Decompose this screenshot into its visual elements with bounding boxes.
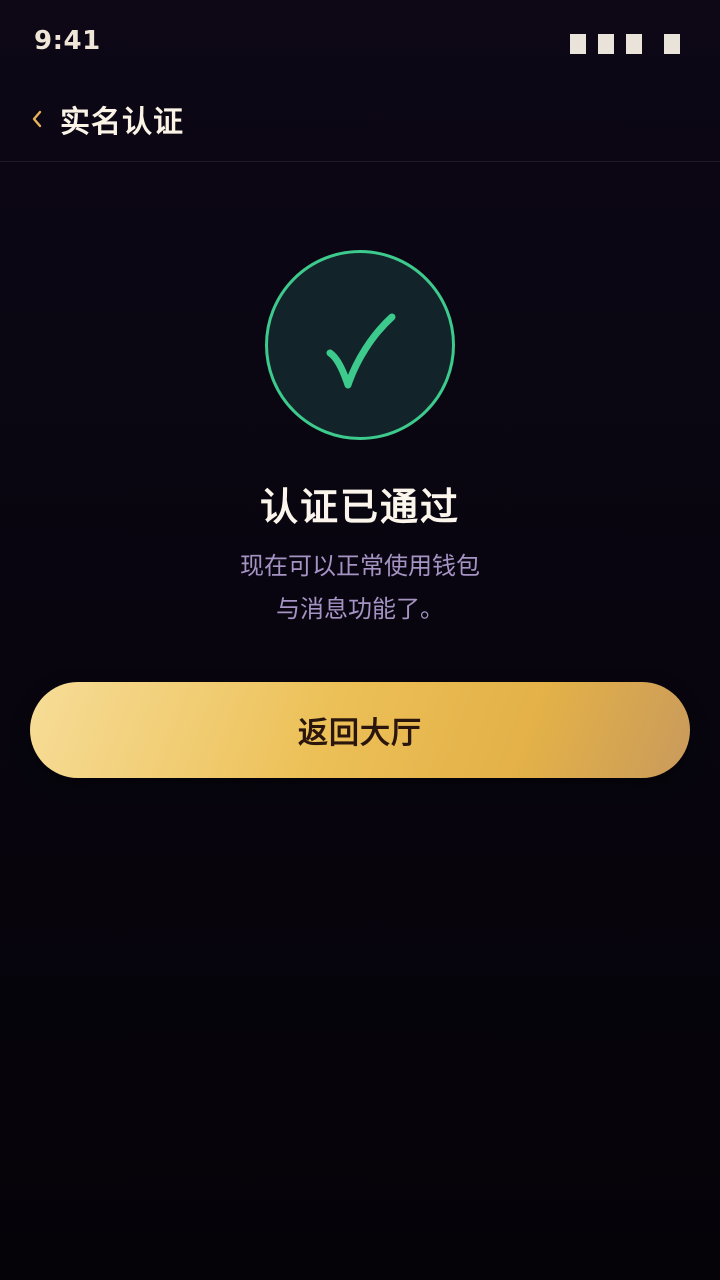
page-title: 实名认证: [60, 105, 184, 140]
battery-icon: [664, 34, 680, 54]
nav-bar: 实名认证: [0, 84, 720, 162]
result-description-line1: 现在可以正常使用钱包: [240, 552, 480, 580]
status-icons: [558, 34, 680, 54]
wifi-icon: [598, 34, 614, 54]
signal-icon: [570, 34, 586, 54]
success-badge: [265, 250, 455, 440]
back-button[interactable]: [22, 96, 52, 142]
network-icon: [626, 34, 642, 54]
result-description: 现在可以正常使用钱包 与消息功能了。: [0, 545, 720, 631]
chevron-left-icon: [32, 110, 42, 128]
status-time: 9:41: [34, 26, 101, 56]
result-description-line2: 与消息功能了。: [276, 595, 444, 623]
status-bar: 9:41: [0, 0, 720, 84]
return-lobby-label: 返回大厅: [298, 716, 422, 751]
return-lobby-button[interactable]: 返回大厅: [30, 682, 690, 778]
result-title: 认证已通过: [259, 485, 460, 529]
check-icon: [326, 313, 396, 389]
